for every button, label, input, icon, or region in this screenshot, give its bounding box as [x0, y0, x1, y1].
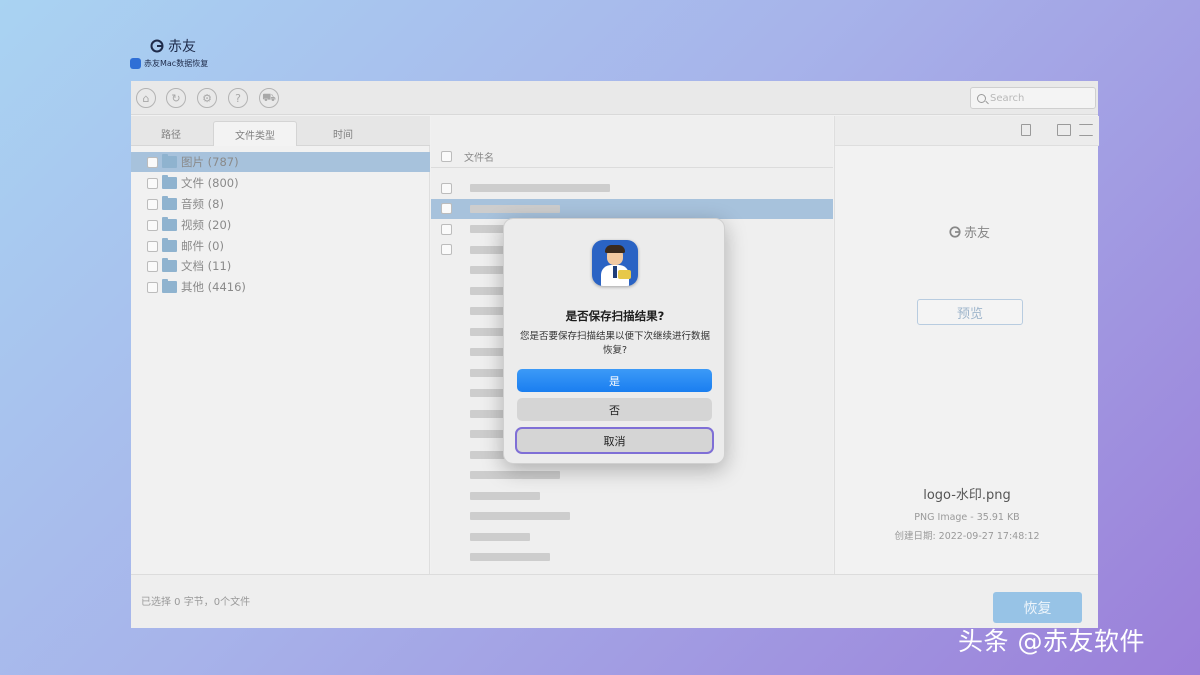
preview-panel: 赤友 预览 logo-水印.png PNG Image - 35.91 KB 创… — [834, 116, 1099, 574]
app-name-text: 赤友Mac数据恢复 — [144, 59, 209, 68]
selection-status: 已选择 0 字节，0个文件 — [141, 597, 251, 608]
folder-icon — [162, 196, 177, 210]
tree-item-label: 文件 (800) — [181, 176, 239, 190]
column-view-icon[interactable] — [1057, 124, 1071, 136]
tree-item-mail[interactable]: 邮件 (0) — [131, 236, 430, 256]
brand-logo-icon — [949, 225, 961, 238]
folder-icon — [162, 238, 177, 252]
dialog-message: 您是否要保存扫描结果以便下次继续进行数据恢复? — [519, 331, 710, 356]
file-row[interactable] — [431, 486, 833, 506]
checkbox[interactable] — [441, 244, 452, 255]
scan-icon[interactable]: ↻ — [166, 88, 186, 108]
settings-icon[interactable]: ⚙ — [197, 88, 217, 108]
tab-time[interactable]: 时间 — [301, 121, 385, 146]
brand: 赤友 赤友Mac数据恢复 — [130, 36, 240, 69]
column-file-name[interactable]: 文件名 — [464, 149, 494, 164]
select-all-checkbox[interactable] — [441, 151, 452, 162]
yes-button[interactable]: 是 — [517, 369, 712, 392]
checkbox[interactable] — [147, 281, 158, 293]
folder-icon — [162, 154, 177, 168]
preview-created-date: 创建日期: 2022-09-27 17:48:12 — [894, 531, 1040, 542]
help-icon[interactable]: ? — [228, 88, 248, 108]
category-tabs: 路径 文件类型 时间 — [131, 116, 430, 146]
file-name-blurred — [470, 204, 560, 213]
category-panel: 路径 文件类型 时间 图片 (787) 文件 (800) 音频 (8) 视频 (… — [131, 116, 430, 574]
no-button[interactable]: 否 — [517, 398, 712, 421]
cart-icon[interactable]: ⛟ — [259, 88, 279, 108]
checkbox[interactable] — [147, 219, 158, 231]
file-row[interactable] — [431, 506, 833, 526]
toolbar: ⌂ ↻ ⚙ ? ⛟ Search — [131, 81, 1098, 115]
tree-item-documents[interactable]: 文档 (11) — [131, 256, 430, 276]
tree-item-video[interactable]: 视频 (20) — [131, 215, 430, 235]
brand-logo-icon — [150, 39, 164, 53]
tree-item-label: 图片 (787) — [181, 155, 239, 169]
tree-item-files[interactable]: 文件 (800) — [131, 173, 430, 193]
checkbox[interactable] — [147, 177, 158, 189]
status-bar: 已选择 0 字节，0个文件 恢复 — [131, 574, 1098, 628]
file-row[interactable] — [431, 527, 833, 547]
save-scan-dialog: 是否保存扫描结果? 您是否要保存扫描结果以便下次继续进行数据恢复? 是 否 取消 — [503, 218, 725, 464]
cancel-button[interactable]: 取消 — [515, 427, 714, 454]
checkbox[interactable] — [441, 182, 452, 194]
search-input[interactable]: Search — [970, 87, 1096, 109]
file-row[interactable] — [431, 178, 833, 198]
file-name-blurred — [470, 553, 550, 561]
file-row[interactable] — [431, 547, 833, 567]
tree-item-label: 音频 (8) — [181, 197, 224, 211]
file-name-blurred — [470, 532, 530, 541]
checkbox[interactable] — [147, 156, 158, 168]
view-toolbar — [835, 116, 1099, 146]
file-row[interactable] — [431, 465, 833, 485]
folder-icon — [162, 175, 177, 189]
watermark: 头条 @赤友软件 — [958, 627, 1145, 656]
file-name-blurred — [470, 184, 610, 192]
app-avatar-icon — [130, 58, 141, 69]
tree-item-label: 文档 (11) — [181, 259, 232, 273]
brand-app-name: 赤友Mac数据恢复 — [130, 58, 240, 69]
tree-item-other[interactable]: 其他 (4416) — [131, 277, 430, 297]
tree-item-label: 其他 (4416) — [181, 280, 246, 294]
tree-item-label: 视频 (20) — [181, 218, 232, 232]
tree-item-label: 邮件 (0) — [181, 239, 224, 253]
tree-item-audio[interactable]: 音频 (8) — [131, 194, 430, 214]
checkbox[interactable] — [147, 260, 158, 272]
file-row[interactable] — [431, 198, 833, 219]
folder-icon — [162, 279, 177, 293]
preview-logo: 赤友 — [949, 222, 990, 241]
tree-item-images[interactable]: 图片 (787) — [131, 152, 430, 172]
file-name-blurred — [470, 491, 540, 500]
search-placeholder: Search — [990, 92, 1025, 104]
brand-logo-text: 赤友 — [168, 39, 196, 55]
home-icon[interactable]: ⌂ — [136, 88, 156, 108]
checkbox[interactable] — [147, 198, 158, 210]
search-icon — [977, 93, 986, 103]
dialog-title: 是否保存扫描结果? — [565, 309, 665, 323]
preview-logo-text: 赤友 — [964, 226, 991, 241]
file-name-blurred — [470, 512, 570, 520]
checkbox[interactable] — [441, 223, 452, 235]
file-name-blurred — [470, 471, 560, 479]
checkbox[interactable] — [147, 240, 158, 252]
list-view-icon[interactable] — [1079, 124, 1093, 136]
folder-icon — [162, 217, 177, 231]
recover-button[interactable]: 恢复 — [993, 592, 1082, 623]
file-list-header: 文件名 — [431, 146, 833, 168]
tab-path[interactable]: 路径 — [131, 121, 211, 146]
brand-logo: 赤友 — [150, 36, 240, 56]
preview-button[interactable]: 预览 — [917, 299, 1023, 325]
info-icon[interactable] — [1021, 124, 1031, 136]
checkbox[interactable] — [441, 203, 452, 214]
app-icon — [592, 240, 638, 286]
tab-file-type[interactable]: 文件类型 — [213, 121, 297, 146]
preview-file-name: logo-水印.png — [923, 488, 1011, 503]
folder-icon — [162, 258, 177, 272]
preview-file-type: PNG Image - 35.91 KB — [914, 512, 1020, 523]
